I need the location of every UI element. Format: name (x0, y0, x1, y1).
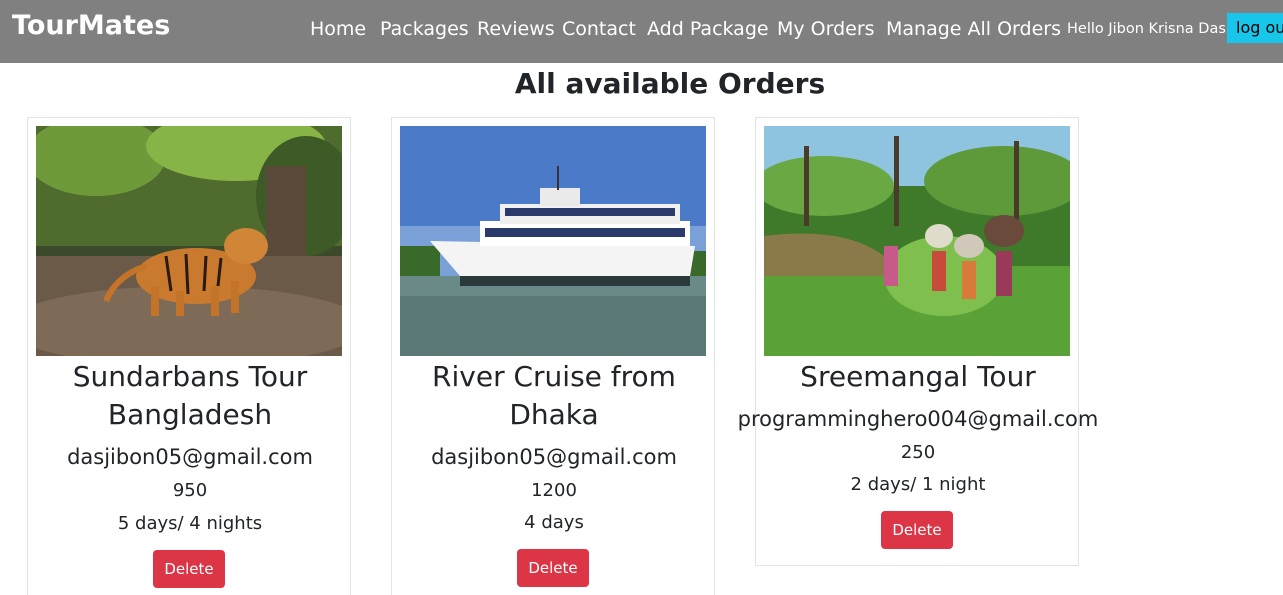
nav-home[interactable]: Home (310, 16, 366, 42)
order-card: Sreemangal Tour programminghero004@gmail… (738, 117, 1098, 566)
order-card: River Cruise from Dhaka dasjibon05@gmail… (391, 117, 715, 595)
order-price: 950 (172, 480, 208, 501)
page-title: All available Orders (514, 67, 826, 100)
tour-name: Sreemangal Tour (800, 360, 1036, 393)
nav-packages[interactable]: Packages (380, 16, 469, 42)
order-duration: 4 days (524, 512, 584, 533)
brand-logo[interactable]: TourMates (12, 8, 170, 44)
nav-my-orders[interactable]: My Orders (777, 16, 875, 42)
nav-contact[interactable]: Contact (562, 16, 636, 42)
order-email: programminghero004@gmail.com (737, 407, 1099, 431)
cruise-ship-photo (400, 126, 706, 356)
tour-image (764, 126, 1070, 356)
user-greeting: Hello Jibon Krisna Das (1067, 21, 1226, 37)
navbar: TourMates Home Packages Reviews Contact … (0, 0, 1283, 63)
nav-reviews[interactable]: Reviews (477, 16, 555, 42)
order-email: dasjibon05@gmail.com (431, 445, 677, 469)
tour-name: Sundarbans Tour Bangladesh (28, 358, 352, 434)
tiger-photo (36, 126, 342, 356)
tour-name-line: River Cruise from (432, 360, 676, 393)
tour-name-line: Sundarbans Tour (72, 360, 308, 393)
tour-name-line: Dhaka (509, 398, 599, 431)
order-duration: 5 days/ 4 nights (117, 513, 263, 534)
tour-name: River Cruise from Dhaka (392, 358, 716, 434)
nav-add-package[interactable]: Add Package (647, 16, 769, 42)
order-duration: 2 days/ 1 night (850, 474, 986, 495)
tour-name-line: Bangladesh (107, 398, 273, 431)
order-price: 1200 (531, 480, 577, 501)
nav-manage-all-orders[interactable]: Manage All Orders (886, 16, 1061, 42)
delete-button[interactable]: Delete (517, 549, 589, 587)
delete-button[interactable]: Delete (881, 511, 953, 549)
tea-garden-photo (764, 126, 1070, 356)
order-email: dasjibon05@gmail.com (67, 445, 313, 469)
tour-image (400, 126, 706, 356)
logout-button[interactable]: log out (1227, 13, 1283, 43)
tour-image (36, 126, 342, 356)
order-price: 250 (900, 442, 936, 463)
delete-button[interactable]: Delete (153, 550, 225, 588)
order-card: Sundarbans Tour Bangladesh dasjibon05@gm… (27, 117, 351, 595)
